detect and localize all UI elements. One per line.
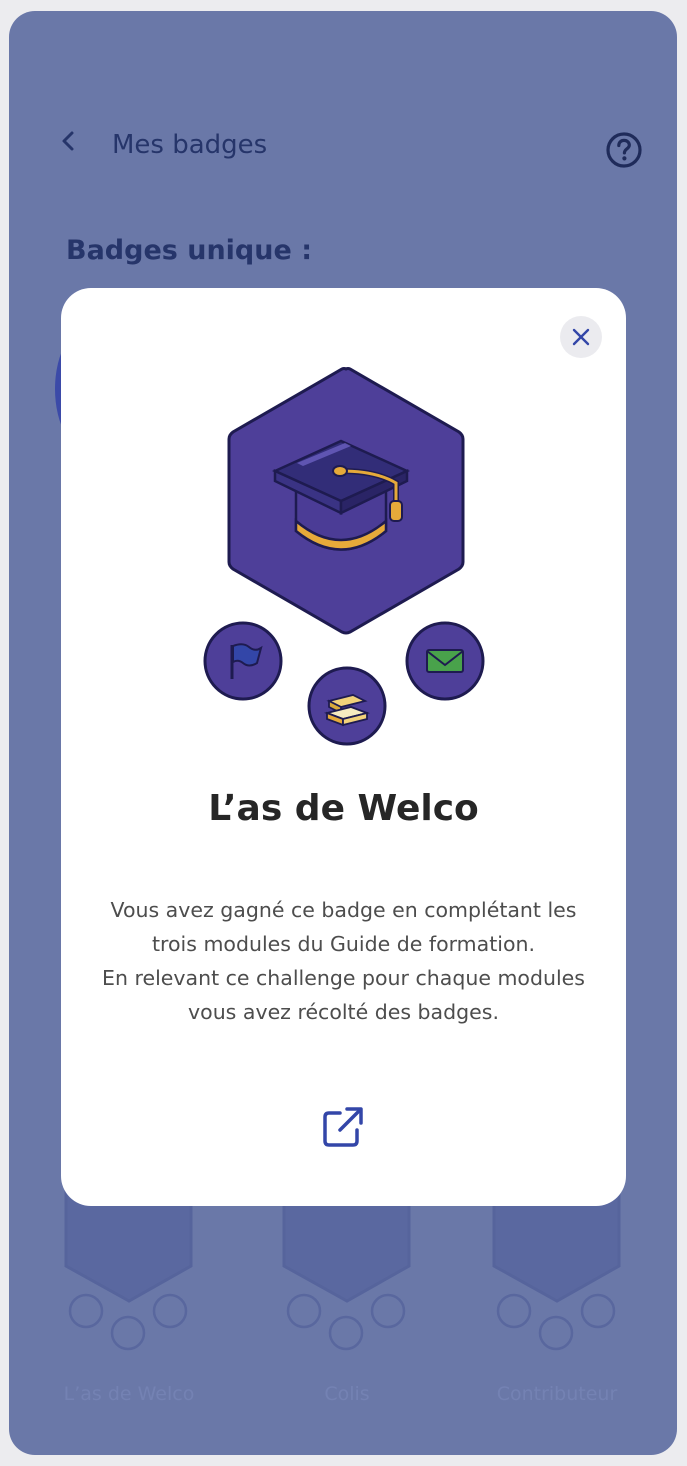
badge-title: L’as de Welco — [208, 788, 479, 829]
close-icon — [572, 328, 590, 346]
graduation-cap-icon — [227, 367, 465, 635]
help-button[interactable] — [605, 131, 643, 169]
envelope-icon — [405, 621, 485, 701]
badge-label: L’as de Welco — [63, 1383, 195, 1405]
books-icon — [307, 666, 387, 746]
chevron-left-icon — [62, 131, 74, 151]
section-title: Badges unique : — [66, 235, 312, 266]
external-link-icon — [323, 1107, 363, 1147]
close-button[interactable] — [560, 316, 602, 358]
badge-label: Colis — [324, 1383, 370, 1405]
badge-description: Vous avez gagné ce badge en complétant l… — [81, 893, 606, 1029]
description-line: Vous avez gagné ce badge en complétant l… — [110, 898, 577, 922]
badge-label: Contributeur — [496, 1383, 618, 1405]
badge-detail-modal: L’as de Welco Vous avez gagné ce badge e… — [61, 288, 626, 1206]
back-button[interactable] — [53, 126, 83, 156]
question-circle-icon — [606, 132, 642, 168]
badge-illustration — [203, 367, 485, 746]
description-line: En relevant ce challenge pour chaque mod… — [102, 966, 585, 990]
header: Mes badges — [9, 106, 677, 186]
flag-icon — [203, 621, 283, 701]
description-line: vous avez récolté des badges. — [188, 1000, 499, 1024]
page-title: Mes badges — [112, 130, 268, 160]
description-line: trois modules du Guide de formation. — [152, 932, 535, 956]
open-link-button[interactable] — [320, 1104, 366, 1150]
